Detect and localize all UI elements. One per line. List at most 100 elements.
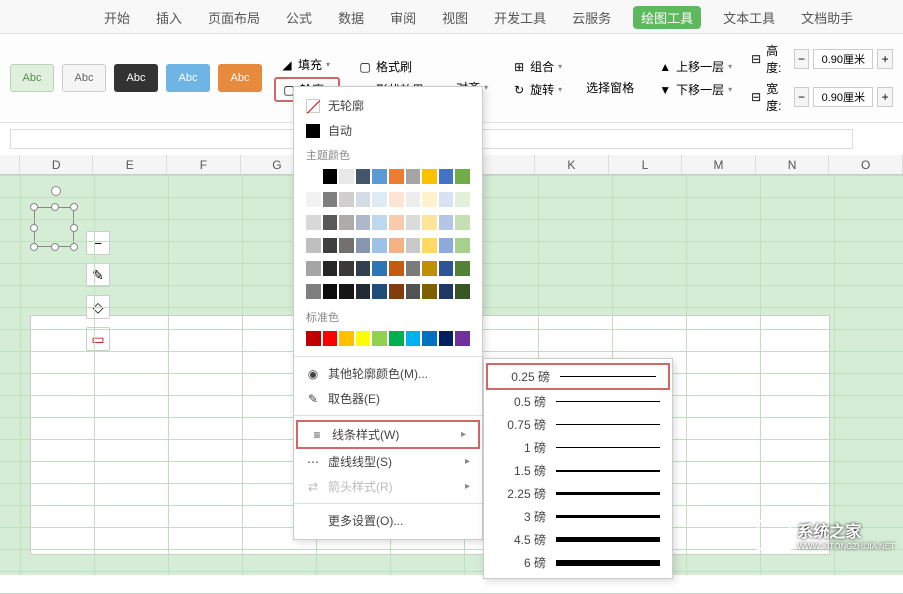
color-swatch[interactable] — [439, 331, 454, 346]
column-header[interactable]: M — [682, 155, 756, 174]
tab-7[interactable]: 开发工具 — [490, 6, 550, 29]
color-swatch[interactable] — [339, 215, 354, 230]
rotate-handle[interactable] — [51, 186, 61, 196]
color-swatch[interactable] — [339, 169, 354, 184]
color-swatch[interactable] — [455, 192, 470, 207]
color-swatch[interactable] — [389, 238, 404, 253]
column-header[interactable]: D — [20, 155, 94, 174]
color-swatch[interactable] — [306, 192, 321, 207]
color-swatch[interactable] — [406, 284, 421, 299]
color-swatch[interactable] — [422, 169, 437, 184]
color-swatch[interactable] — [439, 238, 454, 253]
color-swatch[interactable] — [372, 238, 387, 253]
format-painter-button[interactable]: ▢格式刷 — [352, 56, 438, 77]
fill-button[interactable]: ◢填充▾ — [274, 54, 340, 75]
minus-tool[interactable]: − — [86, 231, 110, 255]
color-swatch[interactable] — [406, 331, 421, 346]
line-weight-option[interactable]: 6 磅 — [484, 551, 672, 574]
color-swatch[interactable] — [356, 261, 371, 276]
bring-forward-button[interactable]: ▲上移一层▾ — [652, 56, 738, 77]
color-swatch[interactable] — [455, 284, 470, 299]
tab-6[interactable]: 视图 — [438, 6, 472, 29]
color-swatch[interactable] — [323, 284, 338, 299]
color-swatch[interactable] — [389, 169, 404, 184]
color-swatch[interactable] — [323, 215, 338, 230]
color-swatch[interactable] — [306, 284, 321, 299]
color-swatch[interactable] — [439, 261, 454, 276]
color-swatch[interactable] — [323, 169, 338, 184]
tab-11[interactable]: 文档助手 — [797, 6, 857, 29]
color-swatch[interactable] — [306, 331, 321, 346]
resize-handle[interactable] — [30, 224, 38, 232]
color-swatch[interactable] — [356, 284, 371, 299]
shape-preset-2[interactable]: Abc — [114, 64, 158, 92]
color-swatch[interactable] — [422, 192, 437, 207]
resize-handle[interactable] — [30, 243, 38, 251]
line-weight-option[interactable]: 0.5 磅 — [484, 390, 672, 413]
color-swatch[interactable] — [356, 215, 371, 230]
color-swatch[interactable] — [422, 238, 437, 253]
color-swatch[interactable] — [323, 261, 338, 276]
line-weight-option[interactable]: 4.5 磅 — [484, 528, 672, 551]
color-swatch[interactable] — [356, 238, 371, 253]
color-swatch[interactable] — [339, 331, 354, 346]
color-swatch[interactable] — [455, 169, 470, 184]
arrow-style-item[interactable]: ⇄箭头样式(R)▸ — [294, 474, 482, 499]
color-swatch[interactable] — [323, 192, 338, 207]
color-swatch[interactable] — [356, 192, 371, 207]
color-swatch[interactable] — [389, 331, 404, 346]
line-weight-option[interactable]: 2.25 磅 — [484, 482, 672, 505]
resize-handle[interactable] — [51, 243, 59, 251]
column-header[interactable]: F — [167, 155, 241, 174]
more-settings-item[interactable]: 更多设置(O)... — [294, 508, 482, 533]
rect-tool[interactable]: ▭ — [86, 327, 110, 351]
eyedropper-item[interactable]: ✎取色器(E) — [294, 386, 482, 411]
pen-tool[interactable]: ✎ — [86, 263, 110, 287]
color-swatch[interactable] — [339, 261, 354, 276]
tab-2[interactable]: 页面布局 — [204, 6, 264, 29]
tab-3[interactable]: 公式 — [282, 6, 316, 29]
height-increase[interactable]: + — [877, 49, 893, 69]
color-swatch[interactable] — [306, 215, 321, 230]
line-weight-option[interactable]: 1.5 磅 — [484, 459, 672, 482]
resize-handle[interactable] — [70, 203, 78, 211]
dash-type-item[interactable]: ⋯虚线线型(S)▸ — [294, 449, 482, 474]
line-weight-option[interactable]: 1 磅 — [484, 436, 672, 459]
line-style-item[interactable]: ≡线条样式(W)▸ — [296, 420, 480, 449]
color-swatch[interactable] — [422, 331, 437, 346]
color-swatch[interactable] — [306, 238, 321, 253]
color-swatch[interactable] — [455, 331, 470, 346]
color-swatch[interactable] — [356, 331, 371, 346]
column-header[interactable]: K — [535, 155, 609, 174]
color-swatch[interactable] — [439, 215, 454, 230]
corner-cell[interactable] — [0, 155, 20, 174]
resize-handle[interactable] — [51, 203, 59, 211]
send-backward-button[interactable]: ▼下移一层▾ — [652, 79, 738, 100]
color-swatch[interactable] — [439, 169, 454, 184]
color-swatch[interactable] — [306, 261, 321, 276]
color-swatch[interactable] — [372, 261, 387, 276]
color-swatch[interactable] — [323, 238, 338, 253]
color-swatch[interactable] — [406, 215, 421, 230]
height-decrease[interactable]: − — [794, 49, 810, 69]
column-header[interactable]: O — [829, 155, 903, 174]
tab-5[interactable]: 审阅 — [386, 6, 420, 29]
color-swatch[interactable] — [389, 215, 404, 230]
color-swatch[interactable] — [372, 284, 387, 299]
resize-handle[interactable] — [70, 224, 78, 232]
color-swatch[interactable] — [372, 169, 387, 184]
color-swatch[interactable] — [455, 261, 470, 276]
rotate-button[interactable]: ↻旋转▾ — [506, 79, 568, 100]
line-weight-option[interactable]: 0.25 磅 — [486, 363, 670, 390]
color-swatch[interactable] — [406, 238, 421, 253]
tab-10[interactable]: 文本工具 — [719, 6, 779, 29]
width-decrease[interactable]: − — [794, 87, 810, 107]
shape-preset-0[interactable]: Abc — [10, 64, 54, 92]
color-swatch[interactable] — [372, 215, 387, 230]
height-input[interactable] — [813, 49, 873, 69]
color-swatch[interactable] — [339, 192, 354, 207]
color-swatch[interactable] — [439, 192, 454, 207]
color-swatch[interactable] — [422, 284, 437, 299]
color-swatch[interactable] — [455, 238, 470, 253]
color-swatch[interactable] — [422, 261, 437, 276]
